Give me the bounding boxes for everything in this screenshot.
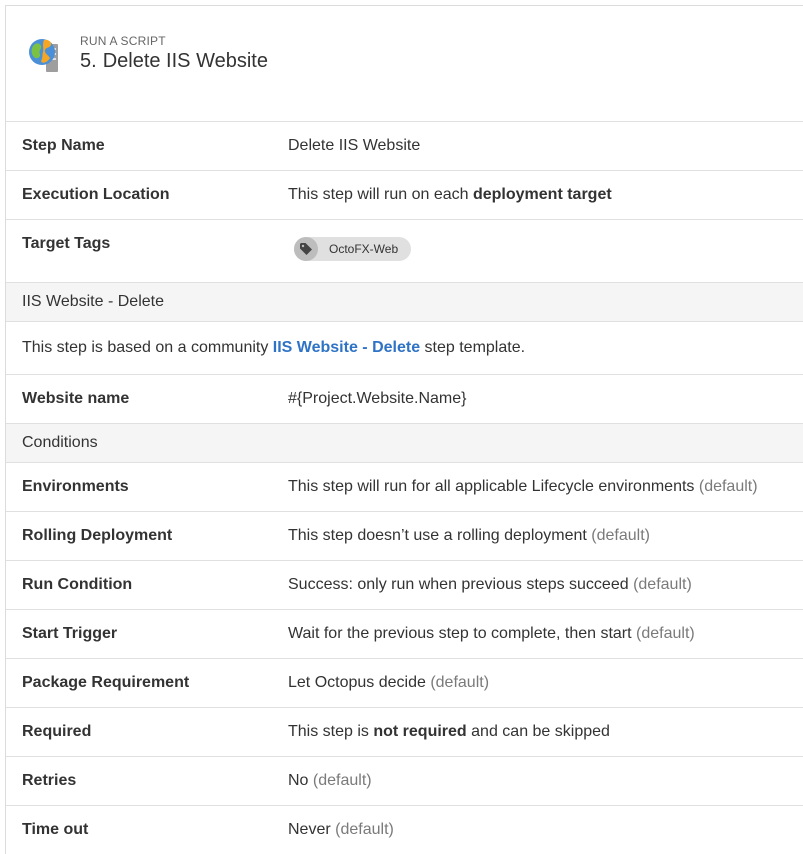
section-header-conditions: Conditions [6, 424, 803, 463]
template-link[interactable]: IIS Website - Delete [273, 339, 420, 356]
tag-icon [294, 237, 318, 261]
value-bold: not required [373, 723, 467, 740]
row-environments: Environments This step will run for all … [6, 463, 803, 512]
default-tag: (default) [636, 625, 695, 642]
row-execution-location: Execution Location This step will run on… [6, 171, 803, 220]
row-rolling-deployment: Rolling Deployment This step doesn’t use… [6, 512, 803, 561]
row-label: Target Tags [22, 235, 111, 252]
default-tag: (default) [698, 478, 758, 495]
default-tag: (default) [591, 527, 650, 544]
step-title: Delete IIS Website [102, 50, 268, 72]
row-value: This step is not required and can be ski… [288, 723, 610, 741]
row-required: Required This step is not required and c… [6, 708, 803, 757]
note-text: This step is based on a community [22, 339, 273, 356]
row-value: #{Project.Website.Name} [288, 390, 467, 407]
target-tag-chip[interactable]: OctoFX-Web [294, 237, 412, 261]
row-value: No (default) [288, 772, 372, 790]
row-label: Retries [22, 772, 77, 789]
value-text: This step is [288, 723, 374, 740]
default-tag: (default) [430, 674, 490, 691]
step-number: 5. [80, 50, 97, 72]
row-value: This step will run for all applicable Li… [288, 478, 758, 496]
row-run-condition: Run Condition Success: only run when pre… [6, 561, 803, 610]
section-title: IIS Website - Delete [22, 293, 164, 310]
row-label: Package Requirement [22, 674, 190, 691]
value-text: Success: only run when previous steps su… [288, 576, 629, 593]
row-label: Execution Location [22, 186, 170, 203]
row-label: Rolling Deployment [22, 527, 173, 544]
row-retries: Retries No (default) [6, 757, 803, 806]
step-type-label: RUN A SCRIPT [80, 34, 166, 48]
row-label: Environments [22, 478, 129, 495]
default-tag: (default) [335, 821, 394, 838]
value-text: This step doesn’t use a rolling deployme… [288, 527, 587, 544]
row-value: Never (default) [288, 821, 394, 839]
row-label: Required [22, 723, 92, 740]
section-title: Conditions [22, 434, 98, 451]
row-label: Start Trigger [22, 625, 118, 642]
tag-label: OctoFX-Web [329, 242, 399, 256]
row-time-out: Time out Never (default) [6, 806, 803, 854]
value-text: No [288, 772, 309, 789]
row-value: Let Octopus decide (default) [288, 674, 489, 692]
row-package-requirement: Package Requirement Let Octopus decide (… [6, 659, 803, 708]
default-tag: (default) [633, 576, 692, 593]
value-text: Let Octopus decide [288, 674, 426, 691]
step-header: RUN A SCRIPT 5. Delete IIS Website [6, 6, 803, 122]
value-text: Never [288, 821, 331, 838]
globe-server-icon [29, 39, 58, 72]
row-website-name: Website name #{Project.Website.Name} [6, 375, 803, 424]
row-label: Step Name [22, 137, 105, 154]
row-value: Wait for the previous step to complete, … [288, 625, 695, 643]
template-note: This step is based on a community IIS We… [22, 339, 525, 357]
note-text: step template. [420, 339, 526, 356]
section-header-template: IIS Website - Delete [6, 283, 803, 322]
row-start-trigger: Start Trigger Wait for the previous step… [6, 610, 803, 659]
page-title: 5. Delete IIS Website [80, 50, 268, 73]
row-value: Success: only run when previous steps su… [288, 576, 692, 594]
value-text: This step will run for all applicable Li… [288, 478, 695, 495]
row-template-note: This step is based on a community IIS We… [6, 322, 803, 375]
value-text: This step will run on each [288, 186, 473, 203]
row-value: This step doesn’t use a rolling deployme… [288, 527, 650, 545]
value-text: Wait for the previous step to complete, … [288, 625, 632, 642]
row-label: Website name [22, 390, 130, 407]
row-value: Delete IIS Website [288, 137, 421, 154]
row-value: This step will run on each deployment ta… [288, 186, 612, 204]
value-bold: deployment target [472, 186, 612, 203]
row-step-name: Step Name Delete IIS Website [6, 122, 803, 171]
step-details-panel: RUN A SCRIPT 5. Delete IIS Website Step N… [5, 5, 803, 854]
default-tag: (default) [312, 772, 372, 789]
row-target-tags: Target Tags OctoFX-Web [6, 220, 803, 283]
row-label: Time out [22, 821, 89, 838]
value-text: and can be skipped [466, 723, 610, 740]
row-label: Run Condition [22, 576, 133, 593]
